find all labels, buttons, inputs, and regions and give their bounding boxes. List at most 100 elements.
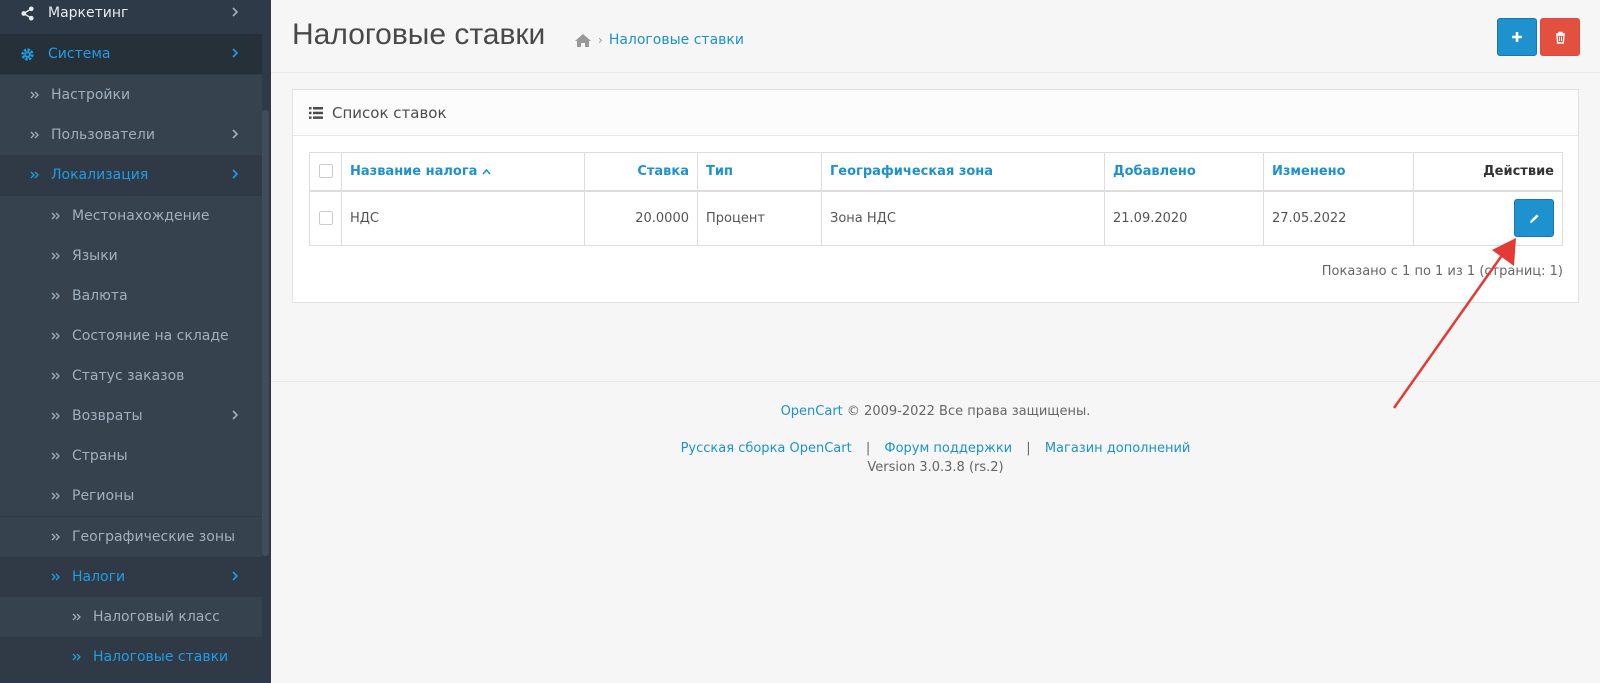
panel-title: Список ставок: [332, 103, 447, 122]
page-header: Налоговые ставки › Налоговые ставки: [271, 0, 1600, 73]
sidebar-item-label: Валюта: [72, 288, 128, 304]
plus-icon: [1512, 32, 1522, 42]
double-chevron-icon: [51, 372, 60, 380]
sidebar-item-label: Настройки: [51, 87, 131, 103]
sidebar-item-label: Географические зоны: [72, 529, 236, 545]
pagination-summary: Показано с 1 по 1 из 1 (страниц: 1): [1321, 264, 1563, 279]
sidebar-item-currency[interactable]: Валюта: [0, 276, 262, 316]
edit-button[interactable]: [1514, 199, 1554, 238]
sort-ascending-icon: [482, 168, 491, 175]
double-chevron-icon: [72, 653, 81, 661]
home-icon[interactable]: [574, 33, 592, 48]
double-chevron-icon: [51, 332, 60, 340]
sidebar-item-taxes[interactable]: Налоги: [0, 557, 262, 597]
sidebar-item-system[interactable]: Система: [0, 34, 262, 74]
sidebar-item-label: Маркетинг: [48, 5, 129, 21]
chevron-right-icon: [232, 129, 239, 139]
breadcrumb-separator: ›: [598, 33, 603, 47]
gear-icon: [21, 47, 34, 61]
chevron-right-icon: [232, 48, 239, 58]
sidebar-item-label: Состояние на складе: [72, 328, 229, 344]
cell-type: Процент: [697, 190, 822, 246]
sidebar-item-order-status[interactable]: Статус заказов: [0, 356, 262, 396]
cell-rate: 20.0000: [584, 190, 698, 246]
sidebar-item-localisation[interactable]: Локализация: [0, 155, 262, 195]
sidebar-item-returns[interactable]: Возвраты: [0, 396, 262, 436]
chevron-right-icon: [232, 169, 239, 179]
double-chevron-icon: [51, 292, 60, 300]
column-label: Название налога: [350, 163, 478, 179]
table-header-row: Название налога Ставка Тип Географическа…: [309, 152, 1563, 192]
sidebar-item-label: Статус заказов: [72, 368, 185, 384]
cell-action: [1413, 190, 1563, 246]
sidebar-item-label: Местонахождение: [72, 208, 210, 224]
column-header-rate[interactable]: Ставка: [584, 152, 698, 192]
cell-geo-zone: Зона НДС: [821, 190, 1105, 246]
panel-heading: Список ставок: [293, 90, 1578, 136]
double-chevron-icon: [30, 91, 39, 99]
row-checkbox[interactable]: [318, 211, 333, 226]
sidebar-item-users[interactable]: Пользователи: [0, 115, 262, 155]
footer: OpenCart © 2009-2022 Все права защищены.…: [271, 381, 1600, 501]
support-forum-link[interactable]: Форум поддержки: [884, 441, 1012, 456]
sidebar-item-label: Налоговый класс: [93, 609, 220, 625]
pencil-icon: [1529, 214, 1539, 223]
sidebar-item-label: Регионы: [72, 488, 135, 504]
sidebar-item-label: Налоговые ставки: [93, 649, 229, 665]
list-icon: [309, 106, 323, 119]
chevron-right-icon: [232, 410, 239, 420]
sidebar-item-label: Локализация: [51, 167, 149, 183]
sidebar-item-languages[interactable]: Языки: [0, 236, 262, 276]
chevron-right-icon: [232, 7, 239, 17]
sidebar-item-label: Пользователи: [51, 127, 155, 143]
opencart-link[interactable]: OpenCart: [781, 404, 843, 419]
chevron-right-icon: [232, 571, 239, 581]
version-text: Version 3.0.3.8 (rs.2): [867, 460, 1004, 475]
sidebar-item-label: Налоги: [72, 569, 126, 585]
sidebar-item-marketing[interactable]: Маркетинг: [0, 0, 262, 33]
double-chevron-icon: [30, 131, 39, 139]
column-header-date-modified[interactable]: Изменено: [1263, 152, 1414, 192]
copyright-text: © 2009-2022 Все права защищены.: [846, 404, 1091, 419]
russian-build-link[interactable]: Русская сборка OpenCart: [681, 441, 852, 456]
sidebar-item-stock-status[interactable]: Состояние на складе: [0, 316, 262, 356]
row-select-cell: [309, 190, 342, 246]
sidebar-item-label: Возвраты: [72, 408, 143, 424]
column-header-date-added[interactable]: Добавлено: [1104, 152, 1264, 192]
sidebar-item-settings[interactable]: Настройки: [0, 75, 262, 115]
sidebar-item-countries[interactable]: Страны: [0, 436, 262, 476]
table-row: НДС 20.0000 Процент Зона НДС 21.09.2020 …: [309, 190, 1563, 246]
delete-button[interactable]: [1540, 18, 1580, 56]
sidebar-item-label: Страны: [72, 448, 128, 464]
breadcrumb: › Налоговые ставки: [574, 32, 744, 48]
select-all-cell: [309, 152, 342, 192]
sidebar-item-tax-rates[interactable]: Налоговые ставки: [0, 637, 262, 677]
double-chevron-icon: [51, 573, 60, 581]
sidebar-item-zones[interactable]: Регионы: [0, 476, 262, 516]
select-all-checkbox[interactable]: [318, 164, 333, 179]
cell-date-modified: 27.05.2022: [1263, 190, 1414, 246]
footer-separator: |: [1026, 441, 1031, 456]
sidebar-scrollbar[interactable]: [262, 110, 269, 556]
double-chevron-icon: [51, 452, 60, 460]
footer-links: Русская сборка OpenCart | Форум поддержк…: [271, 441, 1600, 456]
footer-copyright: OpenCart © 2009-2022 Все права защищены.: [271, 404, 1600, 419]
breadcrumb-link[interactable]: Налоговые ставки: [609, 32, 744, 48]
double-chevron-icon: [51, 533, 60, 541]
column-header-name[interactable]: Название налога: [341, 152, 585, 192]
sidebar-item-geo-zones[interactable]: Географические зоны: [0, 517, 262, 557]
add-button[interactable]: [1497, 18, 1537, 56]
extensions-store-link[interactable]: Магазин дополнений: [1045, 441, 1191, 456]
column-header-geo-zone[interactable]: Географическая зона: [821, 152, 1105, 192]
sidebar-item-label: Система: [48, 46, 111, 62]
column-header-action: Действие: [1413, 152, 1563, 192]
sidebar-item-location[interactable]: Местонахождение: [0, 196, 262, 236]
trash-icon: [1555, 31, 1565, 44]
double-chevron-icon: [51, 212, 60, 220]
double-chevron-icon: [51, 412, 60, 420]
cell-name: НДС: [341, 190, 585, 246]
column-header-type[interactable]: Тип: [697, 152, 822, 192]
tax-rates-table: Название налога Ставка Тип Географическа…: [309, 152, 1563, 246]
sidebar-item-tax-class[interactable]: Налоговый класс: [0, 597, 262, 637]
sidebar: Маркетинг Система Настройки Пользователи…: [0, 0, 271, 683]
